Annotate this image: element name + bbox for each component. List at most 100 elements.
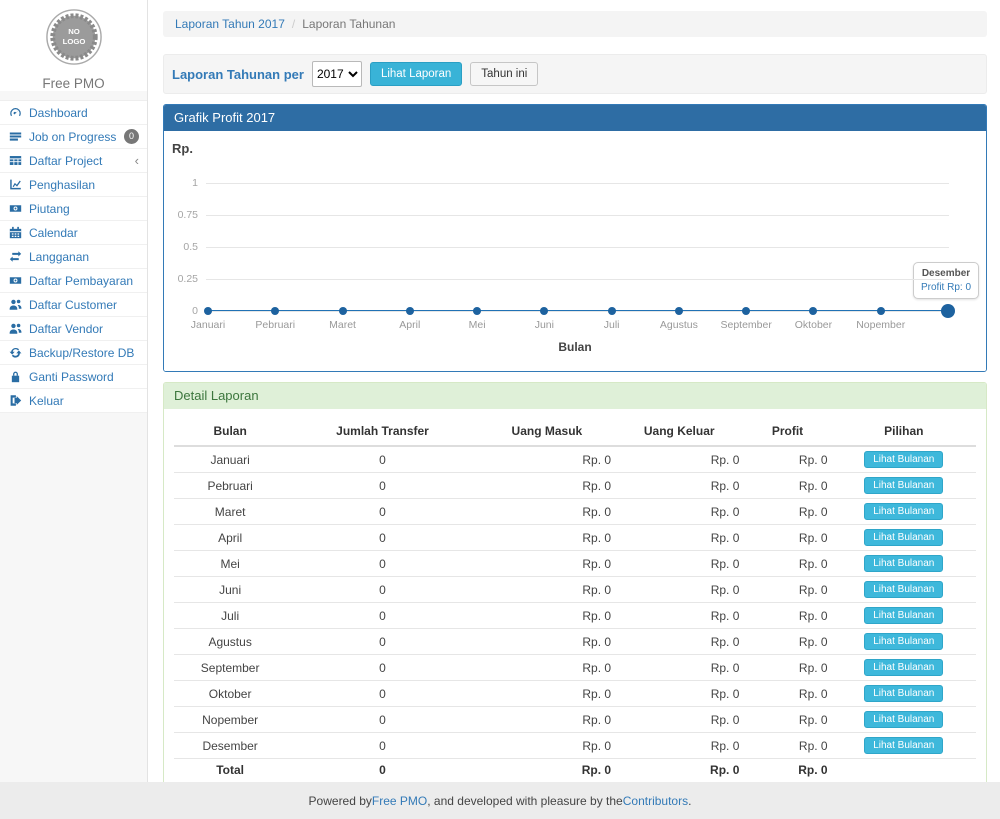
chart-point-pebruari — [271, 307, 279, 315]
chart-gridline — [206, 247, 949, 248]
chart-point-agustus — [675, 307, 683, 315]
footer-link-contributors[interactable]: Contributors — [623, 794, 688, 808]
sidebar-item-daftar-vendor[interactable]: Daftar Vendor — [0, 317, 147, 341]
lihat-bulanan-button[interactable]: Lihat Bulanan — [864, 529, 943, 546]
sidebar-item-penghasilan[interactable]: Penghasilan — [0, 173, 147, 197]
chart-point-desember — [941, 304, 955, 318]
tahun-ini-button[interactable]: Tahun ini — [470, 62, 538, 86]
cell-bulan: Juli — [174, 603, 286, 629]
cell-pilihan: Lihat Bulanan — [832, 499, 976, 525]
lihat-laporan-button[interactable]: Lihat Laporan — [370, 62, 462, 86]
cell-profit: Rp. 0 — [743, 707, 831, 733]
sidebar-item-label: Daftar Project — [29, 154, 102, 168]
sidebar-item-dashboard[interactable]: Dashboard — [0, 101, 147, 125]
lihat-bulanan-button[interactable]: Lihat Bulanan — [864, 659, 943, 676]
sidebar-item-label: Dashboard — [29, 106, 88, 120]
lihat-bulanan-button[interactable]: Lihat Bulanan — [864, 737, 943, 754]
chart-point-mei — [473, 307, 481, 315]
sidebar-item-label: Job on Progress — [29, 130, 116, 144]
tooltip-title: Desember — [921, 268, 971, 279]
line-chart-icon — [9, 178, 23, 191]
cell-uang-masuk: Rp. 0 — [479, 629, 615, 655]
cell-profit: Rp. 0 — [743, 629, 831, 655]
chart-panel-title: Grafik Profit 2017 — [164, 105, 986, 131]
lihat-bulanan-button[interactable]: Lihat Bulanan — [864, 477, 943, 494]
cell-uang-keluar: Rp. 0 — [615, 577, 743, 603]
lihat-bulanan-button[interactable]: Lihat Bulanan — [864, 555, 943, 572]
sidebar-item-daftar-customer[interactable]: Daftar Customer — [0, 293, 147, 317]
detail-report-panel: Detail Laporan BulanJumlah TransferUang … — [163, 382, 987, 796]
footer-link-free-pmo[interactable]: Free PMO — [372, 794, 427, 808]
lihat-bulanan-button[interactable]: Lihat Bulanan — [864, 451, 943, 468]
lihat-bulanan-button[interactable]: Lihat Bulanan — [864, 607, 943, 624]
sidebar-item-ganti-password[interactable]: Ganti Password — [0, 365, 147, 389]
count-badge: 0 — [124, 129, 139, 144]
cell-pilihan: Lihat Bulanan — [832, 681, 976, 707]
cell-uang-keluar: Rp. 0 — [615, 681, 743, 707]
cell-jumlah-transfer: 0 — [286, 681, 478, 707]
year-select[interactable]: 2017 — [312, 61, 362, 87]
cell-bulan: Maret — [174, 499, 286, 525]
cell-uang-keluar: Rp. 0 — [615, 759, 743, 782]
sidebar-item-calendar[interactable]: Calendar — [0, 221, 147, 245]
lihat-bulanan-button[interactable]: Lihat Bulanan — [864, 685, 943, 702]
refresh-icon — [9, 346, 23, 359]
cell-uang-keluar: Rp. 0 — [615, 655, 743, 681]
cell-profit: Rp. 0 — [743, 473, 831, 499]
sign-out-icon — [9, 394, 23, 407]
cell-pilihan — [832, 759, 976, 782]
cell-jumlah-transfer: 0 — [286, 707, 478, 733]
cell-profit: Rp. 0 — [743, 603, 831, 629]
cell-uang-masuk: Rp. 0 — [479, 551, 615, 577]
col-header-bulan: Bulan — [174, 417, 286, 446]
table-row: Pebruari0Rp. 0Rp. 0Rp. 0Lihat Bulanan — [174, 473, 976, 499]
sidebar-item-label: Daftar Vendor — [29, 322, 103, 336]
breadcrumb-link[interactable]: Laporan Tahun 2017 — [175, 17, 285, 31]
cell-profit: Rp. 0 — [743, 759, 831, 782]
cell-jumlah-transfer: 0 — [286, 603, 478, 629]
cell-uang-keluar: Rp. 0 — [615, 629, 743, 655]
sidebar-item-daftar-project[interactable]: Daftar Project‹ — [0, 149, 147, 173]
sidebar-item-keluar[interactable]: Keluar — [0, 389, 147, 413]
sidebar-item-job-on-progress[interactable]: Job on Progress 0 — [0, 125, 147, 149]
lihat-bulanan-button[interactable]: Lihat Bulanan — [864, 711, 943, 728]
chart-gridline — [206, 311, 949, 312]
sidebar-item-langganan[interactable]: Langganan — [0, 245, 147, 269]
sidebar-item-piutang[interactable]: Piutang — [0, 197, 147, 221]
table-row: Oktober0Rp. 0Rp. 0Rp. 0Lihat Bulanan — [174, 681, 976, 707]
table-row: Agustus0Rp. 0Rp. 0Rp. 0Lihat Bulanan — [174, 629, 976, 655]
cell-uang-keluar: Rp. 0 — [615, 473, 743, 499]
sidebar-item-backup-restore-db[interactable]: Backup/Restore DB — [0, 341, 147, 365]
breadcrumb-separator: / — [292, 17, 295, 31]
cell-profit: Rp. 0 — [743, 681, 831, 707]
lihat-bulanan-button[interactable]: Lihat Bulanan — [864, 633, 943, 650]
chart-y-tick: 0.5 — [164, 242, 198, 252]
cell-uang-masuk: Rp. 0 — [479, 525, 615, 551]
lihat-bulanan-button[interactable]: Lihat Bulanan — [864, 581, 943, 598]
sidebar-item-label: Ganti Password — [29, 370, 114, 384]
sidebar-item-label: Daftar Pembayaran — [29, 274, 133, 288]
cell-profit: Rp. 0 — [743, 733, 831, 759]
lihat-bulanan-button[interactable]: Lihat Bulanan — [864, 503, 943, 520]
cell-jumlah-transfer: 0 — [286, 499, 478, 525]
cell-bulan: Nopember — [174, 707, 286, 733]
cell-pilihan: Lihat Bulanan — [832, 733, 976, 759]
money-icon — [9, 274, 23, 287]
cell-uang-masuk: Rp. 0 — [479, 473, 615, 499]
table-row: Desember0Rp. 0Rp. 0Rp. 0Lihat Bulanan — [174, 733, 976, 759]
breadcrumb: Laporan Tahun 2017 / Laporan Tahunan — [163, 11, 987, 37]
chart-y-axis-label: Rp. — [172, 141, 193, 156]
chart-gridline — [206, 215, 949, 216]
users-icon — [9, 322, 23, 335]
chart-y-tick: 0 — [164, 306, 198, 316]
col-header-uang-keluar: Uang Keluar — [615, 417, 743, 446]
sidebar-item-label: Keluar — [29, 394, 64, 408]
cell-jumlah-transfer: 0 — [286, 473, 478, 499]
sidebar-item-daftar-pembayaran[interactable]: Daftar Pembayaran — [0, 269, 147, 293]
cell-jumlah-transfer: 0 — [286, 733, 478, 759]
brand-name: Free PMO — [0, 76, 147, 91]
table-row: Juni0Rp. 0Rp. 0Rp. 0Lihat Bulanan — [174, 577, 976, 603]
cell-pilihan: Lihat Bulanan — [832, 551, 976, 577]
chart-area[interactable]: Rp. Bulan Desember Profit Rp: 0 10.750.5… — [164, 131, 986, 371]
retweet-icon — [9, 250, 23, 263]
